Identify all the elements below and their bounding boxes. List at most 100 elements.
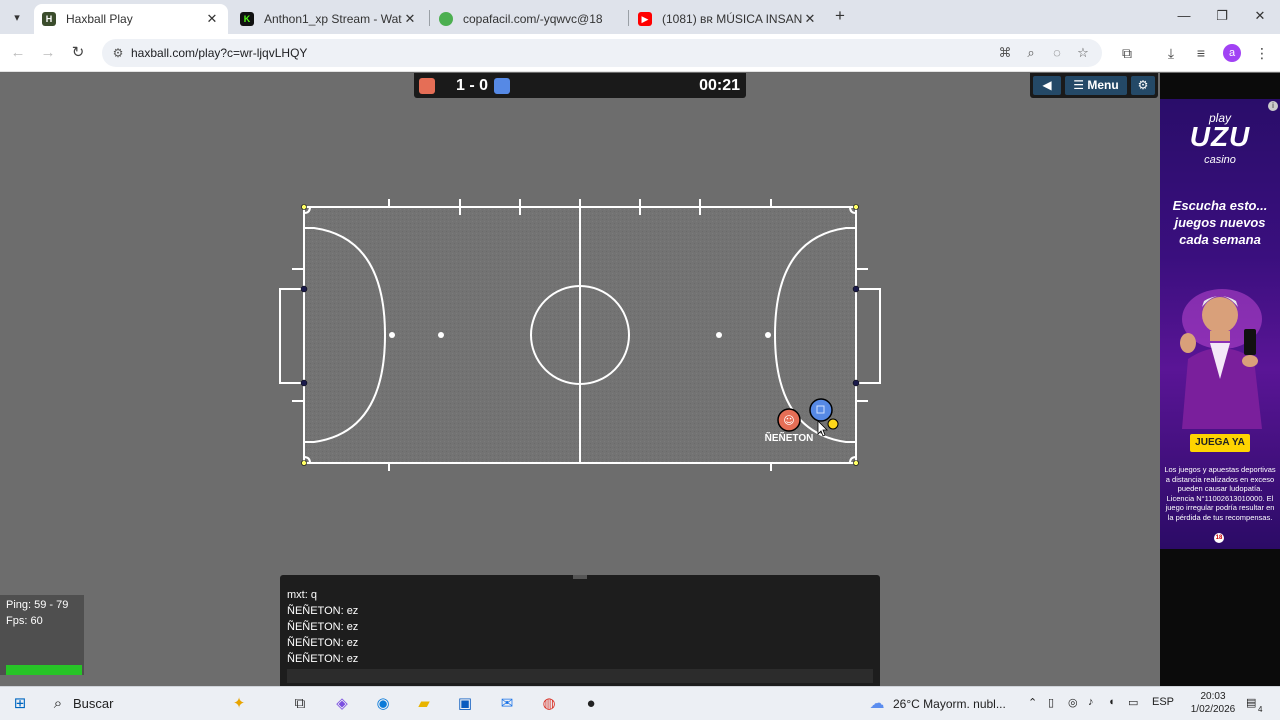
- ad-info-icon[interactable]: i: [1268, 101, 1278, 111]
- tab-title: copafacil.com/-yqwvc@187b: [463, 12, 603, 26]
- score-text: 1 - 0: [455, 77, 488, 94]
- chat-message: ÑEÑETON: ez: [287, 637, 359, 649]
- extensions-icon[interactable]: ⧉: [1117, 43, 1137, 63]
- network-stats: Ping: 59 - 79 Fps: 60: [0, 595, 84, 675]
- clock[interactable]: 20:03 1/02/2026: [1188, 690, 1238, 716]
- chat-message: ÑEÑETON: ez: [287, 605, 359, 617]
- tab-title: Anthon1_xp Stream - Watch Li: [264, 12, 402, 26]
- more-menu-icon[interactable]: ⋮: [1252, 43, 1272, 63]
- notifications-icon[interactable]: ▤: [1246, 696, 1256, 709]
- tab-search-icon[interactable]: ▾: [6, 7, 28, 27]
- battery-icon[interactable]: ▭: [1128, 696, 1138, 709]
- tab-title: (1081) вʀ MÚSICA INSANA par: [662, 12, 802, 26]
- goal-post: [852, 285, 860, 293]
- reload-icon[interactable]: ↻: [67, 42, 89, 64]
- chat-message: mxt: q: [287, 589, 317, 601]
- app-icon[interactable]: ●: [580, 694, 602, 714]
- site-info-icon[interactable]: ⚙: [110, 44, 126, 62]
- haxball-icon: H: [42, 12, 56, 26]
- match-timer: 00:21: [699, 77, 740, 94]
- browser-toolbar: ← → ↻ ⚙ haxball.com/play?c=wr-ljqvLHQY ⌘…: [0, 34, 1280, 72]
- blue-team-icon: [494, 78, 510, 94]
- file-explorer-icon[interactable]: ▰: [413, 694, 435, 714]
- close-tab-icon[interactable]: ✕: [402, 11, 418, 27]
- weather-icon[interactable]: ☁: [866, 694, 888, 714]
- ad-person-image: [1180, 289, 1262, 429]
- menu-label: Menu: [1087, 78, 1119, 92]
- notification-count: 4: [1258, 705, 1263, 714]
- chat-message: ÑEÑETON: ez: [287, 653, 359, 665]
- blue-player: [809, 398, 833, 422]
- kick-icon: K: [240, 12, 254, 26]
- goal-post: [852, 379, 860, 387]
- penalty-spot: [765, 332, 771, 338]
- ad-logo-main: UZU: [1189, 121, 1251, 152]
- close-window-icon[interactable]: ✕: [1242, 6, 1278, 26]
- tab-haxball[interactable]: H Haxball Play ✕: [34, 4, 228, 34]
- sound-toggle-icon[interactable]: ◀: [1033, 76, 1061, 95]
- player-avatar-emoji: ☺: [783, 414, 794, 427]
- chat-message: ÑEÑETON: ez: [287, 621, 359, 633]
- penalty-spot: [438, 332, 444, 338]
- penalty-spot: [716, 332, 722, 338]
- chat-input[interactable]: [287, 669, 873, 683]
- game-controls: ◀ ☰ Menu ⚙: [1030, 73, 1158, 98]
- clock-time: 20:03: [1200, 691, 1226, 702]
- red-team-icon: [419, 78, 435, 94]
- settings-gear-icon[interactable]: ⚙: [1131, 76, 1155, 95]
- left-goal: [279, 288, 304, 384]
- menu-button[interactable]: ☰ Menu: [1065, 76, 1127, 95]
- youtube-icon: ▶: [638, 12, 652, 26]
- zoom-icon[interactable]: ⌕: [1022, 44, 1040, 62]
- search-icon[interactable]: ⌕: [47, 694, 69, 714]
- weather-text[interactable]: 26°C Mayorm. nubl...: [893, 697, 1006, 711]
- chat-resize-handle[interactable]: [573, 575, 587, 579]
- network-icon[interactable]: ◎: [1068, 696, 1078, 709]
- store-icon[interactable]: ▣: [454, 694, 476, 714]
- address-bar[interactable]: ⚙ haxball.com/play?c=wr-ljqvLHQY ⌘ ⌕ ◌ ☆: [102, 39, 1102, 67]
- task-view-icon[interactable]: ⧉: [289, 694, 311, 714]
- windows-taskbar: ⊞ ⌕ Buscar ✦ ⧉ ◈ ◉ ▰ ▣ ✉ ◍ ● ☁ 26°C Mayo…: [0, 686, 1280, 720]
- eye-off-icon[interactable]: ◌: [1048, 44, 1066, 62]
- microphone-icon[interactable]: ♪: [1088, 696, 1094, 708]
- tab-copafacil[interactable]: copafacil.com/-yqwvc@187b ✕: [431, 4, 627, 34]
- casino-ad[interactable]: i play UZU casino Escucha esto... juegos…: [1160, 99, 1280, 549]
- new-tab-icon[interactable]: +: [830, 7, 850, 27]
- corner-flag: [853, 460, 859, 466]
- penalty-spot: [389, 332, 395, 338]
- ad-logo-casino: casino: [1204, 154, 1236, 166]
- minimize-icon[interactable]: —: [1166, 6, 1202, 26]
- copilot-sparkle-icon[interactable]: ✦: [228, 694, 250, 714]
- game-canvas[interactable]: ☺ ÑEÑETON 1 - 0 00:21 ◀ ☰ Menu ⚙ Ping: 5…: [0, 73, 1160, 686]
- chrome-icon[interactable]: ◍: [538, 694, 560, 714]
- close-tab-icon[interactable]: ✕: [802, 11, 818, 27]
- edge-icon[interactable]: ◉: [372, 694, 394, 714]
- tray-app-icon[interactable]: ▯: [1048, 696, 1054, 709]
- fps-text: Fps: 60: [6, 615, 43, 627]
- player-name-label: ÑEÑETON: [764, 433, 814, 444]
- windows-start-icon[interactable]: ⊞: [9, 694, 31, 714]
- forward-icon[interactable]: →: [37, 42, 59, 64]
- media-control-icon[interactable]: ≡: [1191, 43, 1211, 63]
- outlook-icon[interactable]: ✉: [496, 694, 518, 714]
- back-icon[interactable]: ←: [7, 42, 29, 64]
- profile-avatar[interactable]: a: [1223, 44, 1241, 62]
- maximize-icon[interactable]: ❐: [1204, 6, 1240, 26]
- ad-cta-button[interactable]: JUEGA YA: [1190, 434, 1250, 452]
- copilot-app-icon[interactable]: ◈: [331, 694, 353, 714]
- tray-chevron-icon[interactable]: ⌃: [1028, 696, 1037, 709]
- tab-youtube[interactable]: ▶ (1081) вʀ MÚSICA INSANA par ✕: [630, 4, 826, 34]
- scoreboard: 1 - 0 00:21: [414, 73, 746, 98]
- tab-kick[interactable]: K Anthon1_xp Stream - Watch Li ✕: [232, 4, 426, 34]
- input-language[interactable]: ESP: [1152, 696, 1174, 708]
- taskbar-search-label[interactable]: Buscar: [73, 696, 113, 711]
- tab-divider: [628, 10, 629, 26]
- volume-icon[interactable]: ◖: [1108, 696, 1115, 708]
- corner-flag: [853, 204, 859, 210]
- url-text: haxball.com/play?c=wr-ljqvLHQY: [131, 46, 308, 60]
- translate-icon[interactable]: ⌘: [996, 44, 1014, 62]
- copafacil-icon: [439, 12, 453, 26]
- download-icon[interactable]: ⤓: [1161, 43, 1181, 63]
- close-tab-icon[interactable]: ✕: [204, 11, 220, 27]
- bookmark-star-icon[interactable]: ☆: [1074, 44, 1092, 62]
